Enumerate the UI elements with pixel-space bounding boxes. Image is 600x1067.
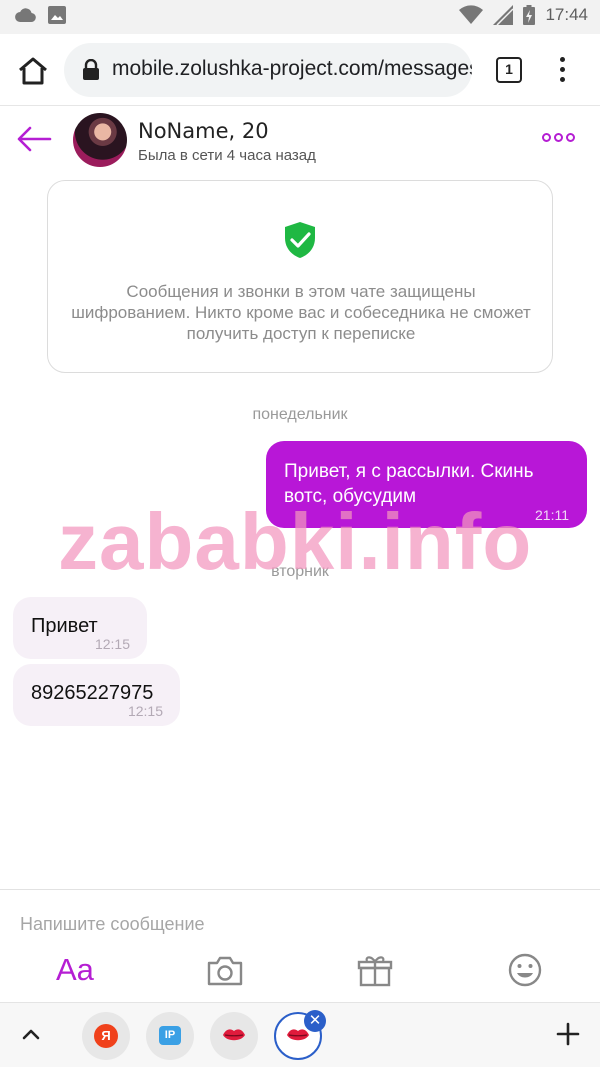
message-text: 89265227975	[31, 682, 154, 704]
status-time: 17:44	[545, 5, 588, 24]
message-time: 21:11	[535, 507, 569, 523]
encryption-notice-text: Сообщения и звонки в этом чате защищены …	[71, 282, 531, 343]
format-text-button[interactable]: Aa	[56, 950, 94, 990]
encryption-notice: Сообщения и звонки в этом чате защищены …	[47, 180, 553, 373]
cloud-icon	[15, 8, 36, 23]
contact-last-seen: Была в сети 4 часа назад	[138, 147, 316, 164]
ip-icon: IP	[159, 1026, 181, 1045]
lips-icon	[223, 1029, 245, 1041]
status-right-icons: 17:44	[459, 5, 588, 25]
chevron-up-icon[interactable]	[20, 1023, 42, 1045]
yandex-tab[interactable]: Я	[82, 1012, 130, 1060]
day-separator-monday: понедельник	[252, 406, 348, 423]
composer-toolbar: Aa	[0, 950, 600, 994]
message-incoming[interactable]: Привет 12:15	[13, 597, 147, 659]
browser-menu-icon[interactable]	[552, 54, 572, 86]
chat-header: NoName, 20 Была в сети 4 часа назад	[0, 107, 600, 173]
url-text[interactable]: mobile.zolushka-project.com/messages	[112, 57, 472, 81]
yandex-icon: Я	[94, 1024, 118, 1048]
status-bar: 17:44	[0, 0, 600, 34]
contact-avatar[interactable]	[73, 113, 127, 167]
message-composer: Напишите сообщение Aa	[0, 889, 600, 1001]
address-bar[interactable]: mobile.zolushka-project.com/messages	[64, 43, 472, 97]
camera-icon[interactable]	[206, 950, 244, 990]
back-arrow-icon[interactable]	[14, 123, 54, 155]
shield-check-icon	[285, 222, 315, 258]
signal-icon	[493, 5, 514, 25]
message-text: Привет	[31, 615, 98, 637]
ip-tab[interactable]: IP	[146, 1012, 194, 1060]
emoji-icon[interactable]	[507, 950, 543, 990]
plus-icon[interactable]	[555, 1021, 581, 1047]
message-incoming[interactable]: 89265227975 12:15	[13, 664, 180, 726]
lips-tab[interactable]	[210, 1012, 258, 1060]
message-time: 12:15	[127, 703, 163, 719]
lock-icon	[83, 59, 99, 80]
wifi-icon	[459, 5, 484, 25]
more-options-icon[interactable]	[542, 133, 575, 142]
image-icon	[48, 6, 66, 24]
browser-toolbar: mobile.zolushka-project.com/messages 1	[0, 34, 600, 106]
home-icon[interactable]	[16, 54, 50, 88]
contact-name[interactable]: NoName, 20	[138, 119, 269, 143]
status-left-icons	[14, 6, 66, 24]
browser-bottom-bar: Я IP ✕	[0, 1002, 600, 1067]
message-time: 12:15	[94, 636, 130, 652]
message-input[interactable]: Напишите сообщение	[20, 914, 205, 935]
tab-switcher-button[interactable]: 1	[496, 57, 522, 83]
gift-icon[interactable]	[357, 950, 393, 990]
close-tab-icon[interactable]: ✕	[304, 1010, 326, 1032]
watermark: zababki.info	[58, 497, 533, 586]
battery-icon	[523, 5, 536, 25]
